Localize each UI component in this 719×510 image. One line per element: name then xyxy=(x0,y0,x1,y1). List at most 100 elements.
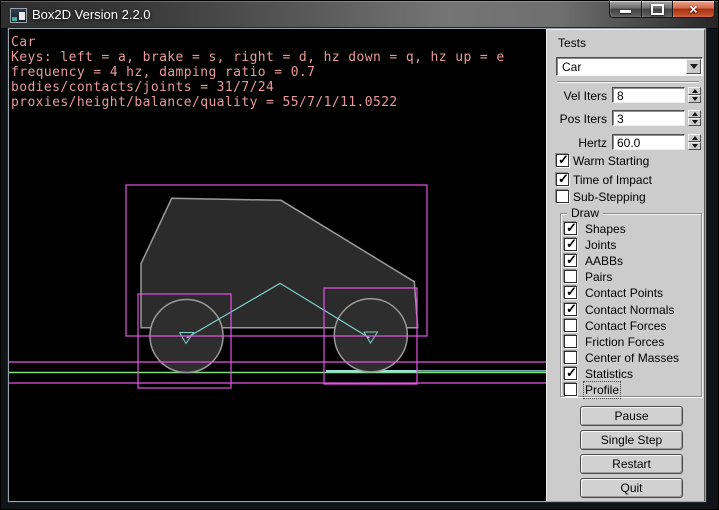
contact-forces-checkbox[interactable] xyxy=(564,319,577,332)
center-of-masses-checkbox[interactable] xyxy=(564,351,577,364)
separator xyxy=(557,81,699,83)
contact-points-label: Contact Points xyxy=(585,286,663,300)
center-of-masses-row: Center of Masses xyxy=(547,351,706,365)
sub-stepping-label: Sub-Stepping xyxy=(573,190,646,204)
window-title: Box2D Version 2.2.0 xyxy=(32,7,151,22)
quit-button[interactable]: Quit xyxy=(580,478,683,498)
hertz-spinner xyxy=(688,134,701,150)
contact-forces-row: Contact Forces xyxy=(547,319,706,333)
draw-group-label: Draw xyxy=(567,206,603,220)
aabbs-label: AABBs xyxy=(585,254,623,268)
check-icon: ✓ xyxy=(566,301,577,317)
test-select-value: Car xyxy=(562,60,581,74)
time-of-impact-label: Time of Impact xyxy=(573,173,652,187)
check-icon: ✓ xyxy=(566,252,577,268)
app-icon xyxy=(10,8,27,23)
debug-line-2: frequency = 4 hz, damping ratio = 0.7 xyxy=(11,65,505,80)
friction-forces-checkbox[interactable] xyxy=(564,335,577,348)
titlebar[interactable]: Box2D Version 2.2.0 × xyxy=(1,1,719,29)
vel-iters-input[interactable]: 8 xyxy=(612,87,685,103)
control-panel: Tests Car Vel Iters8Pos Iters3Hertz60.0 … xyxy=(546,29,705,501)
center-of-masses-label: Center of Masses xyxy=(585,351,679,365)
time-of-impact-checkbox[interactable]: ✓ xyxy=(556,173,569,186)
statistics-label: Statistics xyxy=(585,367,633,381)
check-icon: ✓ xyxy=(566,236,577,252)
vel-iters-label: Vel Iters xyxy=(547,89,607,103)
box2d-window: Box2D Version 2.2.0 × xyxy=(0,0,719,510)
contact-forces-label: Contact Forces xyxy=(585,319,666,333)
friction-forces-label: Friction Forces xyxy=(585,335,664,349)
joints-checkbox[interactable]: ✓ xyxy=(564,238,577,251)
joints-label: Joints xyxy=(585,238,616,252)
statistics-checkbox[interactable]: ✓ xyxy=(564,367,577,380)
vel-iters-spinner-down[interactable] xyxy=(688,95,701,103)
sub-stepping-checkbox[interactable] xyxy=(556,190,569,203)
debug-line-0: Car xyxy=(11,35,505,50)
arrow-down-icon xyxy=(692,97,698,104)
hertz-row: Hertz 60.0 xyxy=(547,134,706,151)
shapes-label: Shapes xyxy=(585,222,626,236)
hertz-input[interactable]: 60.0 xyxy=(612,134,685,150)
hertz-label: Hertz xyxy=(547,136,607,150)
hertz-spinner-down[interactable] xyxy=(688,142,701,150)
maximize-icon xyxy=(651,4,664,15)
profile-checkbox[interactable] xyxy=(564,383,577,396)
arrow-down-icon xyxy=(692,144,698,151)
window-controls: × xyxy=(609,1,715,18)
contact-normals-row: ✓ Contact Normals xyxy=(547,303,706,317)
client-area: CarKeys: left = a, brake = s, right = d,… xyxy=(9,29,705,501)
check-icon: ✓ xyxy=(566,365,577,381)
arrow-down-icon xyxy=(692,120,698,127)
hertz-spinner-up[interactable] xyxy=(688,134,701,142)
check-icon: ✓ xyxy=(566,220,577,236)
friction-forces-row: Friction Forces xyxy=(547,335,706,349)
arrow-up-icon xyxy=(692,109,698,116)
vel-iters-row: Vel Iters 8 xyxy=(547,87,706,104)
check-icon: ✓ xyxy=(566,284,577,300)
debug-line-3: bodies/contacts/joints = 31/7/24 xyxy=(11,80,505,95)
check-icon: ✓ xyxy=(558,152,569,168)
pos-iters-row: Pos Iters 3 xyxy=(547,110,706,127)
aabbs-checkbox[interactable]: ✓ xyxy=(564,254,577,267)
statistics-row: ✓ Statistics xyxy=(547,367,706,381)
warm-starting-row: ✓ Warm Starting xyxy=(547,154,706,168)
debug-line-4: proxies/height/balance/quality = 55/7/1/… xyxy=(11,95,505,110)
profile-label: Profile xyxy=(585,383,619,397)
warm-starting-label: Warm Starting xyxy=(573,154,649,168)
vel-iters-spinner xyxy=(688,87,701,103)
test-select-dropdown-button[interactable] xyxy=(686,59,701,74)
pos-iters-spinner xyxy=(688,110,701,126)
shapes-checkbox[interactable]: ✓ xyxy=(564,222,577,235)
pairs-row: Pairs xyxy=(547,270,706,284)
close-button[interactable]: × xyxy=(672,1,715,18)
pos-iters-spinner-up[interactable] xyxy=(688,110,701,118)
maximize-button[interactable] xyxy=(642,1,672,18)
minimize-button[interactable] xyxy=(609,1,642,18)
sub-stepping-row: Sub-Stepping xyxy=(547,190,706,204)
aabbs-row: ✓ AABBs xyxy=(547,254,706,268)
simulation-canvas[interactable]: CarKeys: left = a, brake = s, right = d,… xyxy=(9,29,546,501)
time-of-impact-row: ✓ Time of Impact xyxy=(547,173,706,187)
vel-iters-spinner-up[interactable] xyxy=(688,87,701,95)
joints-row: ✓ Joints xyxy=(547,238,706,252)
shapes-row: ✓ Shapes xyxy=(547,222,706,236)
contact-normals-checkbox[interactable]: ✓ xyxy=(564,303,577,316)
pos-iters-label: Pos Iters xyxy=(547,112,607,126)
test-select[interactable]: Car xyxy=(556,57,703,76)
contact-points-checkbox[interactable]: ✓ xyxy=(564,286,577,299)
pause-button[interactable]: Pause xyxy=(580,406,683,426)
pos-iters-input[interactable]: 3 xyxy=(612,110,685,126)
warm-starting-checkbox[interactable]: ✓ xyxy=(556,154,569,167)
pairs-checkbox[interactable] xyxy=(564,270,577,283)
close-icon: × xyxy=(689,2,697,16)
pos-iters-spinner-down[interactable] xyxy=(688,118,701,126)
restart-button[interactable]: Restart xyxy=(580,454,683,474)
minimize-icon xyxy=(620,10,631,13)
contact-points-row: ✓ Contact Points xyxy=(547,286,706,300)
debug-text: CarKeys: left = a, brake = s, right = d,… xyxy=(11,35,505,110)
arrow-up-icon xyxy=(692,133,698,140)
debug-line-1: Keys: left = a, brake = s, right = d, hz… xyxy=(11,50,505,65)
arrow-up-icon xyxy=(692,86,698,93)
contact-normals-label: Contact Normals xyxy=(585,303,674,317)
single-step-button[interactable]: Single Step xyxy=(580,430,683,450)
